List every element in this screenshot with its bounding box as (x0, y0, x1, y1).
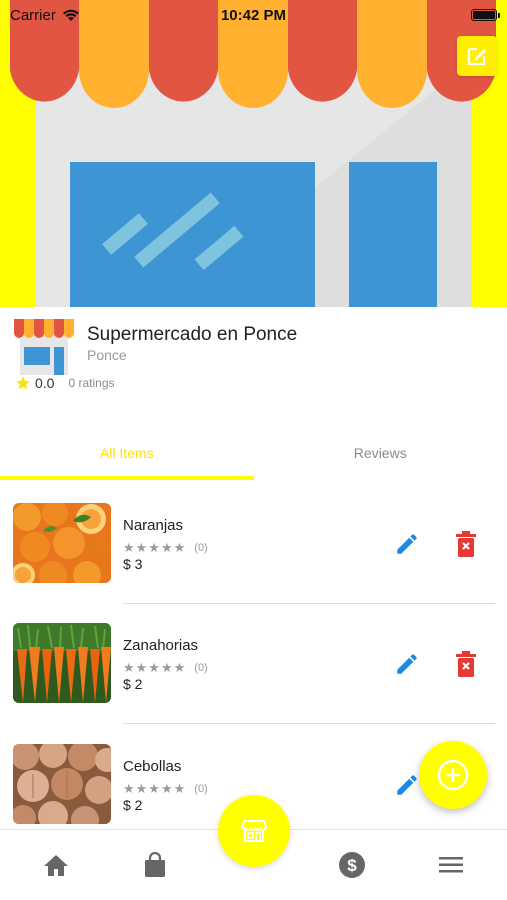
item-rating: ★★★★★ (0) (123, 660, 208, 676)
item-name: Cebollas (123, 758, 182, 775)
item-image-oranges (13, 503, 111, 583)
star-icon (16, 376, 30, 390)
status-bar: Carrier 10:42 PM (0, 0, 507, 30)
item-stars: ★★★★★ (123, 540, 187, 555)
nav-store[interactable] (218, 795, 290, 867)
delete-icon[interactable] (455, 651, 477, 677)
home-icon (44, 855, 68, 876)
item-price: $ 2 (123, 797, 143, 813)
item-review-count: (0) (194, 542, 208, 554)
edit-note-icon (467, 47, 486, 66)
nav-menu[interactable] (436, 850, 466, 880)
item-stars: ★★★★★ (123, 660, 187, 675)
battery-icon (471, 9, 500, 21)
item-review-count: (0) (194, 783, 208, 795)
item-rating: ★★★★★ (0) (123, 781, 208, 797)
tab-reviews[interactable]: Reviews (254, 425, 507, 481)
nav-earnings[interactable]: $ (337, 850, 367, 880)
ratings-count: 0 ratings (68, 376, 115, 390)
edit-store-button[interactable] (457, 36, 497, 76)
delete-icon[interactable] (455, 531, 477, 557)
edit-icon[interactable] (394, 531, 420, 557)
add-item-button[interactable] (419, 741, 487, 809)
tab-all-items[interactable]: All Items (0, 425, 254, 481)
svg-text:$: $ (347, 856, 357, 875)
item-rating: ★★★★★ (0) (123, 540, 208, 556)
nav-orders[interactable] (140, 850, 170, 880)
store-info (0, 307, 507, 407)
tab-label: All Items (99, 445, 154, 461)
status-time: 10:42 PM (220, 6, 287, 24)
edit-icon[interactable] (394, 651, 420, 677)
storefront-illustration (10, 0, 496, 307)
add-circle-icon (437, 759, 469, 791)
store-name: Supermercado en Ponce (87, 324, 298, 345)
tab-indicator (0, 476, 254, 480)
store-banner (0, 0, 507, 307)
item-name: Naranjas (123, 517, 184, 534)
item-name: Zanahorias (123, 637, 199, 654)
store-icon (240, 820, 268, 842)
shopping-bag-icon (145, 852, 165, 877)
store-city: Ponce (87, 347, 127, 363)
item-price: $ 2 (123, 676, 143, 692)
divider (123, 603, 495, 604)
list-item[interactable]: Naranjas ★★★★★ (0) $ 3 (0, 503, 507, 623)
item-price: $ 3 (123, 556, 143, 572)
item-review-count: (0) (194, 662, 208, 674)
item-stars: ★★★★★ (123, 781, 187, 796)
item-image-carrots (13, 623, 111, 703)
dollar-icon: $ (339, 852, 365, 878)
tab-bar: All Items Reviews (0, 425, 507, 481)
item-image-onions (13, 744, 111, 824)
list-item[interactable]: Zanahorias ★★★★★ (0) $ 2 (0, 623, 507, 743)
rating-value: 0.0 (35, 375, 55, 391)
nav-home[interactable] (41, 850, 71, 880)
edit-icon[interactable] (394, 772, 420, 798)
store-logo (14, 319, 74, 375)
tab-label: Reviews (353, 445, 407, 461)
divider (123, 723, 495, 724)
store-rating: 0.0 0 ratings (15, 375, 115, 391)
menu-icon (439, 857, 463, 873)
